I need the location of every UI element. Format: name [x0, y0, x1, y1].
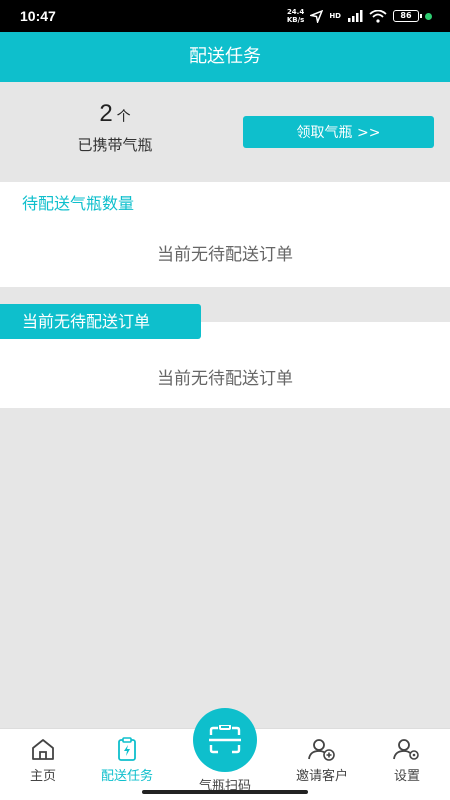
user-gear-icon	[393, 739, 419, 760]
status-icons: 24.4 KB/s HD 86	[287, 8, 432, 24]
add-user-icon	[308, 739, 335, 761]
signal-icon	[348, 10, 363, 22]
carried-count-number: 2	[99, 100, 113, 127]
status-bar: 10:47 24.4 KB/s HD 86	[0, 0, 450, 32]
status-time: 10:47	[20, 8, 56, 24]
wifi-icon	[369, 9, 387, 23]
pending-cylinders-title: 待配送气瓶数量	[22, 194, 135, 213]
network-speed: 24.4 KB/s	[286, 8, 305, 24]
tab-settings-label: 设置	[393, 769, 420, 784]
tab-delivery-tasks-label: 配送任务	[100, 769, 153, 784]
pending-empty-text: 当前无待配送订单	[157, 245, 293, 265]
tab-home[interactable]: 主页	[0, 737, 88, 784]
carried-count: 2个 已携带气瓶	[60, 100, 170, 155]
battery-icon: 86	[393, 10, 422, 22]
home-icon	[32, 739, 54, 760]
tab-delivery-tasks[interactable]: 配送任务	[82, 737, 172, 784]
summary-panel: 2个 已携带气瓶 领取气瓶 >>	[0, 82, 450, 182]
pending-cylinders-section: 待配送气瓶数量 当前无待配送订单	[0, 182, 450, 287]
location-icon	[310, 9, 324, 23]
carried-count-label: 已携带气瓶	[77, 136, 153, 154]
tab-invite-customer-label: 邀请客户	[295, 769, 348, 784]
scan-button[interactable]	[193, 708, 257, 772]
clipboard-bolt-icon	[118, 737, 136, 761]
page-title: 配送任务	[0, 32, 450, 82]
hd-badge: HD	[329, 12, 341, 20]
tab-home-label: 主页	[29, 769, 56, 784]
charging-dot	[425, 12, 432, 20]
tab-scan-cylinder[interactable]: 气瓶扫码	[175, 708, 275, 794]
carried-count-unit: 个	[116, 109, 131, 125]
orders-section-tag: 当前无待配送订单	[0, 304, 201, 339]
tab-invite-customer[interactable]: 邀请客户	[277, 737, 367, 784]
home-indicator[interactable]	[142, 790, 308, 794]
orders-empty-text: 当前无待配送订单	[157, 369, 293, 389]
claim-cylinder-button[interactable]: 领取气瓶 >>	[243, 116, 434, 148]
tab-settings[interactable]: 设置	[362, 737, 450, 784]
scan-icon	[209, 725, 241, 754]
